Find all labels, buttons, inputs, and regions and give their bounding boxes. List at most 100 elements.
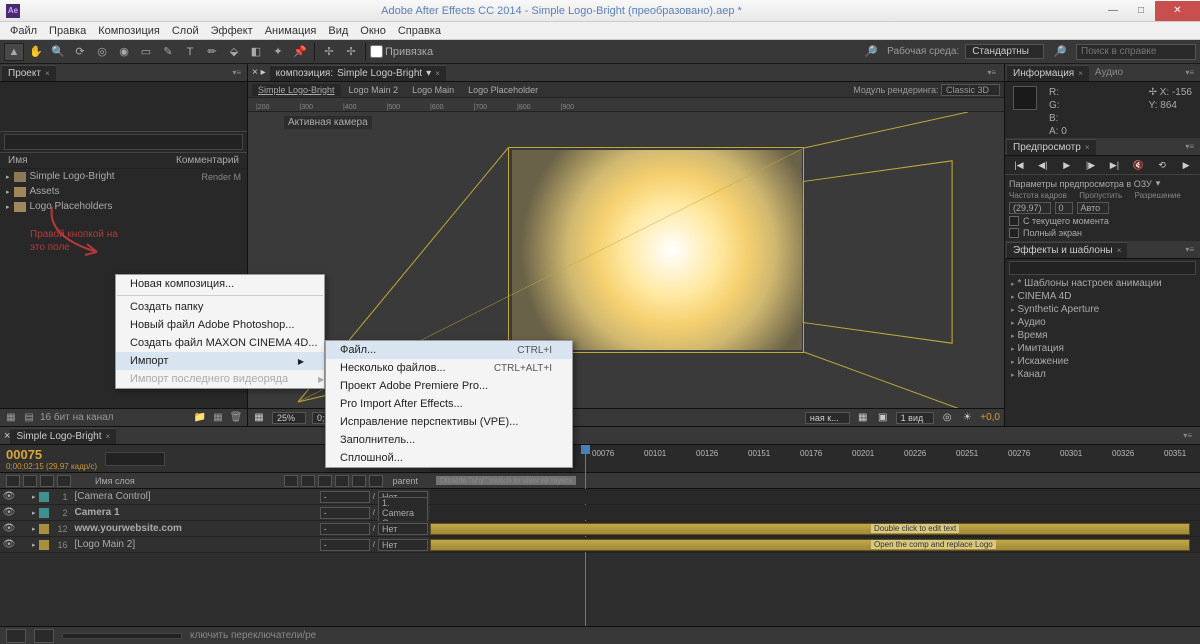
shy-icon[interactable] [284, 475, 298, 487]
mag-icon[interactable]: ▦ [252, 411, 266, 425]
from-current-checkbox[interactable] [1009, 216, 1019, 226]
axis-tool[interactable]: ✢ [319, 43, 339, 61]
fx-category[interactable]: ▸Время [1005, 329, 1200, 342]
loop-button[interactable]: ⟲ [1154, 158, 1170, 172]
workspace-dropdown[interactable]: Стандартны [965, 44, 1044, 59]
pan-behind-tool[interactable]: ◉ [114, 43, 134, 61]
layer-row[interactable]: 👁▸12www.yourwebsite.com-/НетDouble click… [0, 521, 1200, 537]
comp-tab[interactable]: композиция: Simple Logo-Bright ▾ × [270, 65, 446, 81]
fx-category[interactable]: ▸Искажение [1005, 355, 1200, 368]
text-tool[interactable]: T [180, 43, 200, 61]
panel-menu-icon[interactable]: ▾≡ [228, 68, 245, 77]
speaker-col-icon[interactable] [23, 475, 37, 487]
exp-icon[interactable]: ☀ [960, 411, 974, 425]
last-frame-button[interactable]: ▶| [1106, 158, 1122, 172]
ram-preview-button[interactable]: ▶ [1178, 158, 1194, 172]
comp-subtab[interactable]: Logo Main 2 [343, 84, 405, 96]
project-tab[interactable]: Проект× [2, 65, 56, 81]
rect-tool[interactable]: ▭ [136, 43, 156, 61]
context-menu-item[interactable]: Новая композиция... [116, 275, 324, 293]
preview-menu[interactable]: ▾≡ [1181, 142, 1198, 151]
fx-icon[interactable] [301, 475, 315, 487]
pen-tool[interactable]: ✎ [158, 43, 178, 61]
new-folder-icon[interactable]: 📁 [193, 411, 207, 425]
exposure-value[interactable]: +0,0 [980, 412, 1000, 423]
trash-icon[interactable]: 🗑 [229, 411, 243, 425]
preview-tab[interactable]: Предпросмотр× [1007, 139, 1096, 155]
view-count-dd[interactable]: 1 вид [896, 412, 935, 424]
project-item[interactable]: ▸Simple Logo-BrightRender M [0, 169, 247, 184]
puppet-tool[interactable]: 📌 [290, 43, 310, 61]
cam-icon[interactable]: ◎ [940, 411, 954, 425]
fx-category[interactable]: ▸Synthetic Aperture [1005, 303, 1200, 316]
3d-icon[interactable] [369, 475, 383, 487]
fx-category[interactable]: ▸Аудио [1005, 316, 1200, 329]
toggle-switches-button[interactable] [6, 629, 26, 643]
menu-Композиция[interactable]: Композиция [92, 25, 166, 37]
fx-category[interactable]: ▸Канал [1005, 368, 1200, 381]
menu-Справка[interactable]: Справка [392, 25, 447, 37]
context-menu-item[interactable]: Импорт последнего видеоряда▶ [116, 370, 324, 388]
context-menu-item[interactable]: Pro Import After Effects... [326, 395, 572, 413]
frame-blend-icon[interactable] [318, 475, 332, 487]
minimize-button[interactable]: — [1099, 1, 1127, 21]
prev-frame-button[interactable]: ◀| [1035, 158, 1051, 172]
project-col-comment[interactable]: Комментарий [176, 155, 239, 166]
effects-tab[interactable]: Эффекты и шаблоны× [1007, 242, 1127, 258]
snap-checkbox[interactable] [370, 45, 383, 58]
project-search-input[interactable] [4, 134, 243, 150]
eraser-tool[interactable]: ◧ [246, 43, 266, 61]
stamp-tool[interactable]: ⬙ [224, 43, 244, 61]
menu-Эффект[interactable]: Эффект [205, 25, 259, 37]
help-search[interactable] [1076, 44, 1196, 60]
project-item[interactable]: ▸Assets [0, 184, 247, 199]
render-module[interactable]: Модуль рендеринга: Classic 3D [853, 85, 1000, 95]
skip-dropdown[interactable]: 0 [1055, 202, 1073, 214]
fps-dropdown[interactable]: (29,97) [1009, 202, 1051, 214]
project-item[interactable]: ▸Logo Placeholders [0, 199, 247, 214]
menu-Вид[interactable]: Вид [322, 25, 354, 37]
menu-Файл[interactable]: Файл [4, 25, 43, 37]
camera-tool[interactable]: ◎ [92, 43, 112, 61]
comp-subtab[interactable]: Logo Placeholder [462, 84, 544, 96]
context-menu-item[interactable]: Файл...CTRL+I [326, 341, 572, 359]
zoom-tool[interactable]: 🔍 [48, 43, 68, 61]
comp-subtab[interactable]: Simple Logo-Bright [252, 84, 341, 96]
timeline-menu[interactable]: ▾≡ [1179, 431, 1196, 440]
zoom-slider[interactable] [62, 633, 182, 639]
interpret-icon[interactable]: ▦ [4, 411, 18, 425]
info-tab[interactable]: Информация× [1007, 65, 1089, 81]
menu-Окно[interactable]: Окно [354, 25, 392, 37]
comp-panel-menu[interactable]: ▾≡ [983, 68, 1000, 77]
context-menu-item[interactable]: Несколько файлов...CTRL+ALT+I [326, 359, 572, 377]
comp-subtab[interactable]: Logo Main [406, 84, 460, 96]
fx-menu[interactable]: ▾≡ [1181, 245, 1198, 254]
context-menu-item[interactable]: Создать файл MAXON CINEMA 4D... [116, 334, 324, 352]
first-frame-button[interactable]: |◀ [1011, 158, 1027, 172]
next-frame-button[interactable]: |▶ [1083, 158, 1099, 172]
context-menu-item[interactable]: Сплошной... [326, 449, 572, 467]
bits-icon[interactable]: ▤ [22, 411, 36, 425]
layer-row[interactable]: 👁▸2Camera 1-/1. Camera Cc [0, 505, 1200, 521]
fx-category[interactable]: ▸* Шаблоны настроек анимации [1005, 277, 1200, 290]
layer-row[interactable]: 👁▸1[Camera Control]-/Нет [0, 489, 1200, 505]
audio-tab[interactable]: Аудио [1089, 65, 1129, 80]
layer-row[interactable]: 👁▸16[Logo Main 2]-/НетOpen the comp and … [0, 537, 1200, 553]
fx-category[interactable]: ▸Имитация [1005, 342, 1200, 355]
timeline-tab[interactable]: Simple Logo-Bright× [10, 428, 116, 444]
selection-tool[interactable]: ▲ [4, 43, 24, 61]
grid-icon[interactable]: ▦ [856, 411, 870, 425]
help-search-input[interactable] [1081, 46, 1191, 57]
context-menu-item[interactable]: Импорт▶ [116, 352, 324, 370]
rotate-tool[interactable]: ⟳ [70, 43, 90, 61]
toggle-modes-button[interactable] [34, 629, 54, 643]
aa-icon[interactable] [352, 475, 366, 487]
context-menu-item[interactable]: Заполнитель... [326, 431, 572, 449]
project-bits[interactable]: 16 бит на канал [40, 412, 114, 423]
menu-Правка[interactable]: Правка [43, 25, 92, 37]
fullscreen-checkbox[interactable] [1009, 228, 1019, 238]
axis-tool2[interactable]: ✢ [341, 43, 361, 61]
info-menu[interactable]: ▾≡ [1181, 68, 1198, 77]
view-dd1[interactable]: ная к... [805, 412, 850, 424]
menu-Анимация[interactable]: Анимация [259, 25, 323, 37]
